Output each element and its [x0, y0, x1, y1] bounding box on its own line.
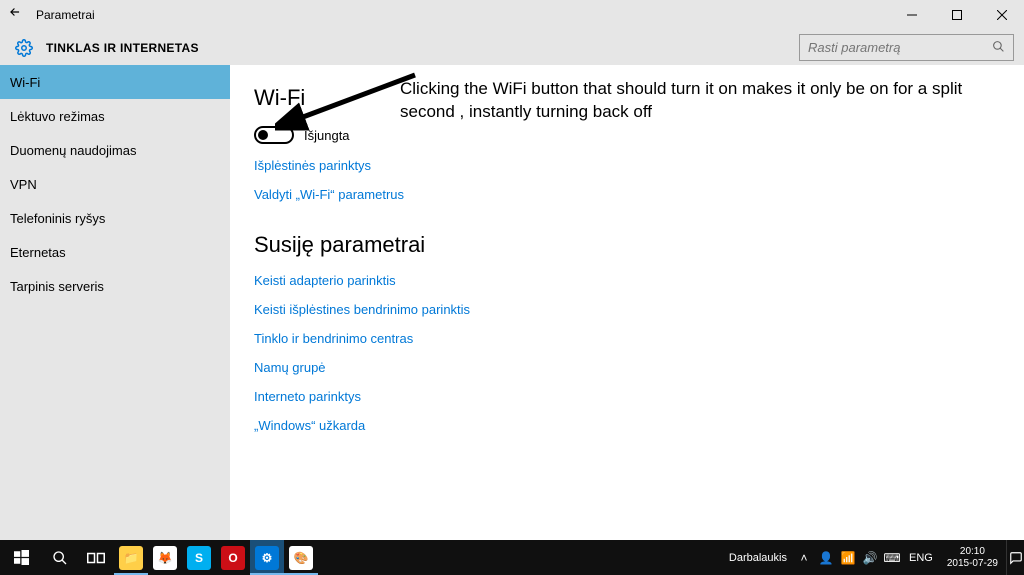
- back-button[interactable]: [0, 0, 30, 30]
- settings-content: Wi-Fi Išjungta Išplėstinės parinktys Val…: [230, 65, 1024, 540]
- window-titlebar: Parametrai: [0, 0, 1024, 30]
- link-internet-options[interactable]: Interneto parinktys: [254, 389, 1000, 404]
- link-manage-wifi[interactable]: Valdyti „Wi-Fi“ parametrus: [254, 187, 1000, 202]
- annotation-text: Clicking the WiFi button that should tur…: [400, 78, 980, 124]
- minimize-button[interactable]: [889, 0, 934, 30]
- sidebar-item-proxy[interactable]: Tarpinis serveris: [0, 269, 230, 303]
- sidebar-item-dialup[interactable]: Telefoninis ryšys: [0, 201, 230, 235]
- settings-header: TINKLAS IR INTERNETAS: [0, 30, 1024, 65]
- taskbar-app-skype[interactable]: S: [182, 540, 216, 575]
- system-tray: Darbalaukis ˄ 👤 📶 🔊 ⌨ ENG 20:10 2015-07-…: [723, 540, 1024, 575]
- link-firewall[interactable]: „Windows“ užkarda: [254, 418, 1000, 433]
- link-adapter-options[interactable]: Keisti adapterio parinktis: [254, 273, 1000, 288]
- taskbar-app-explorer[interactable]: 📁: [114, 540, 148, 575]
- search-input[interactable]: [808, 40, 992, 55]
- sidebar-item-ethernet[interactable]: Eternetas: [0, 235, 230, 269]
- page-category-heading: TINKLAS IR INTERNETAS: [46, 41, 199, 55]
- window-title: Parametrai: [36, 8, 95, 22]
- link-sharing-options[interactable]: Keisti išplėstines bendrinimo parinktis: [254, 302, 1000, 317]
- tray-people-icon[interactable]: 👤: [815, 551, 837, 565]
- desktop-label[interactable]: Darbalaukis: [723, 552, 793, 564]
- tray-notifications-icon[interactable]: [1006, 540, 1024, 575]
- link-homegroup[interactable]: Namų grupė: [254, 360, 1000, 375]
- link-network-center[interactable]: Tinklo ir bendrinimo centras: [254, 331, 1000, 346]
- search-icon: [992, 40, 1005, 56]
- tray-keyboard-icon[interactable]: ⌨: [881, 551, 903, 565]
- gear-icon: [14, 38, 34, 58]
- maximize-button[interactable]: [934, 0, 979, 30]
- tray-chevron-icon[interactable]: ˄: [793, 551, 815, 565]
- link-advanced-options[interactable]: Išplėstinės parinktys: [254, 158, 1000, 173]
- task-view-button[interactable]: [78, 540, 114, 575]
- taskbar: 📁 🦊 S O ⚙ 🎨 Darbalaukis ˄ 👤 📶 🔊 ⌨ ENG 20…: [0, 540, 1024, 575]
- taskbar-app-opera[interactable]: O: [216, 540, 250, 575]
- wifi-toggle-label: Išjungta: [304, 128, 350, 143]
- start-button[interactable]: [0, 540, 42, 575]
- sidebar-item-airplane[interactable]: Lėktuvo režimas: [0, 99, 230, 133]
- tray-clock[interactable]: 20:10 2015-07-29: [939, 546, 1006, 569]
- wifi-toggle[interactable]: [254, 126, 294, 144]
- taskbar-app-paint[interactable]: 🎨: [284, 540, 318, 575]
- settings-sidebar: Wi-Fi Lėktuvo režimas Duomenų naudojimas…: [0, 65, 230, 540]
- taskbar-app-settings[interactable]: ⚙: [250, 540, 284, 575]
- tray-volume-icon[interactable]: 🔊: [859, 551, 881, 565]
- sidebar-item-wifi[interactable]: Wi-Fi: [0, 65, 230, 99]
- sidebar-item-data-usage[interactable]: Duomenų naudojimas: [0, 133, 230, 167]
- tray-language[interactable]: ENG: [903, 552, 939, 564]
- search-button[interactable]: [42, 540, 78, 575]
- close-button[interactable]: [979, 0, 1024, 30]
- search-box[interactable]: [799, 34, 1014, 61]
- taskbar-app-firefox[interactable]: 🦊: [148, 540, 182, 575]
- sidebar-item-vpn[interactable]: VPN: [0, 167, 230, 201]
- related-heading: Susiję parametrai: [254, 232, 1000, 258]
- tray-network-icon[interactable]: 📶: [837, 551, 859, 565]
